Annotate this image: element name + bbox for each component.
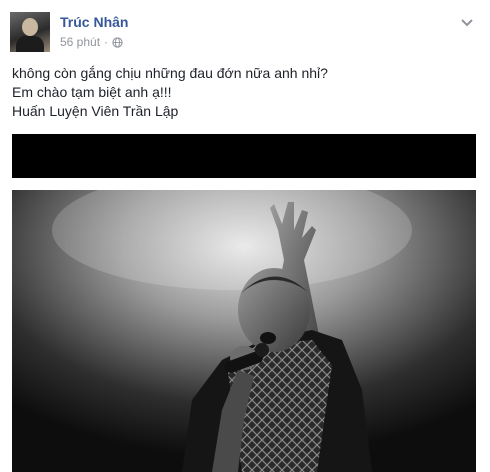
author-name-link[interactable]: Trúc Nhân xyxy=(60,14,128,30)
post-text: không còn gắng chịu những đau đớn nữa an… xyxy=(12,64,472,121)
post-timestamp[interactable]: 56 phút xyxy=(60,35,100,49)
chevron-down-icon[interactable] xyxy=(460,16,474,30)
post-photo[interactable] xyxy=(12,190,476,472)
post-text-line-2: Em chào tạm biệt anh ạ!!! xyxy=(12,84,172,100)
post-meta: 56 phút · xyxy=(60,35,123,49)
post-text-line-3: Huấn Luyện Viên Trần Lập xyxy=(12,103,179,119)
avatar-body xyxy=(16,36,44,52)
singer-photo-illustration xyxy=(12,190,476,472)
avatar-head xyxy=(22,18,38,36)
post-text-line-1: không còn gắng chịu những đau đớn nữa an… xyxy=(12,65,328,81)
meta-separator: · xyxy=(104,35,109,49)
post-header: Trúc Nhân 56 phút · xyxy=(10,12,480,58)
globe-icon[interactable] xyxy=(112,36,123,48)
black-mourning-banner xyxy=(12,134,476,178)
post-card: Trúc Nhân 56 phút · không còn gắng chịu … xyxy=(0,0,490,472)
avatar[interactable] xyxy=(10,12,50,52)
